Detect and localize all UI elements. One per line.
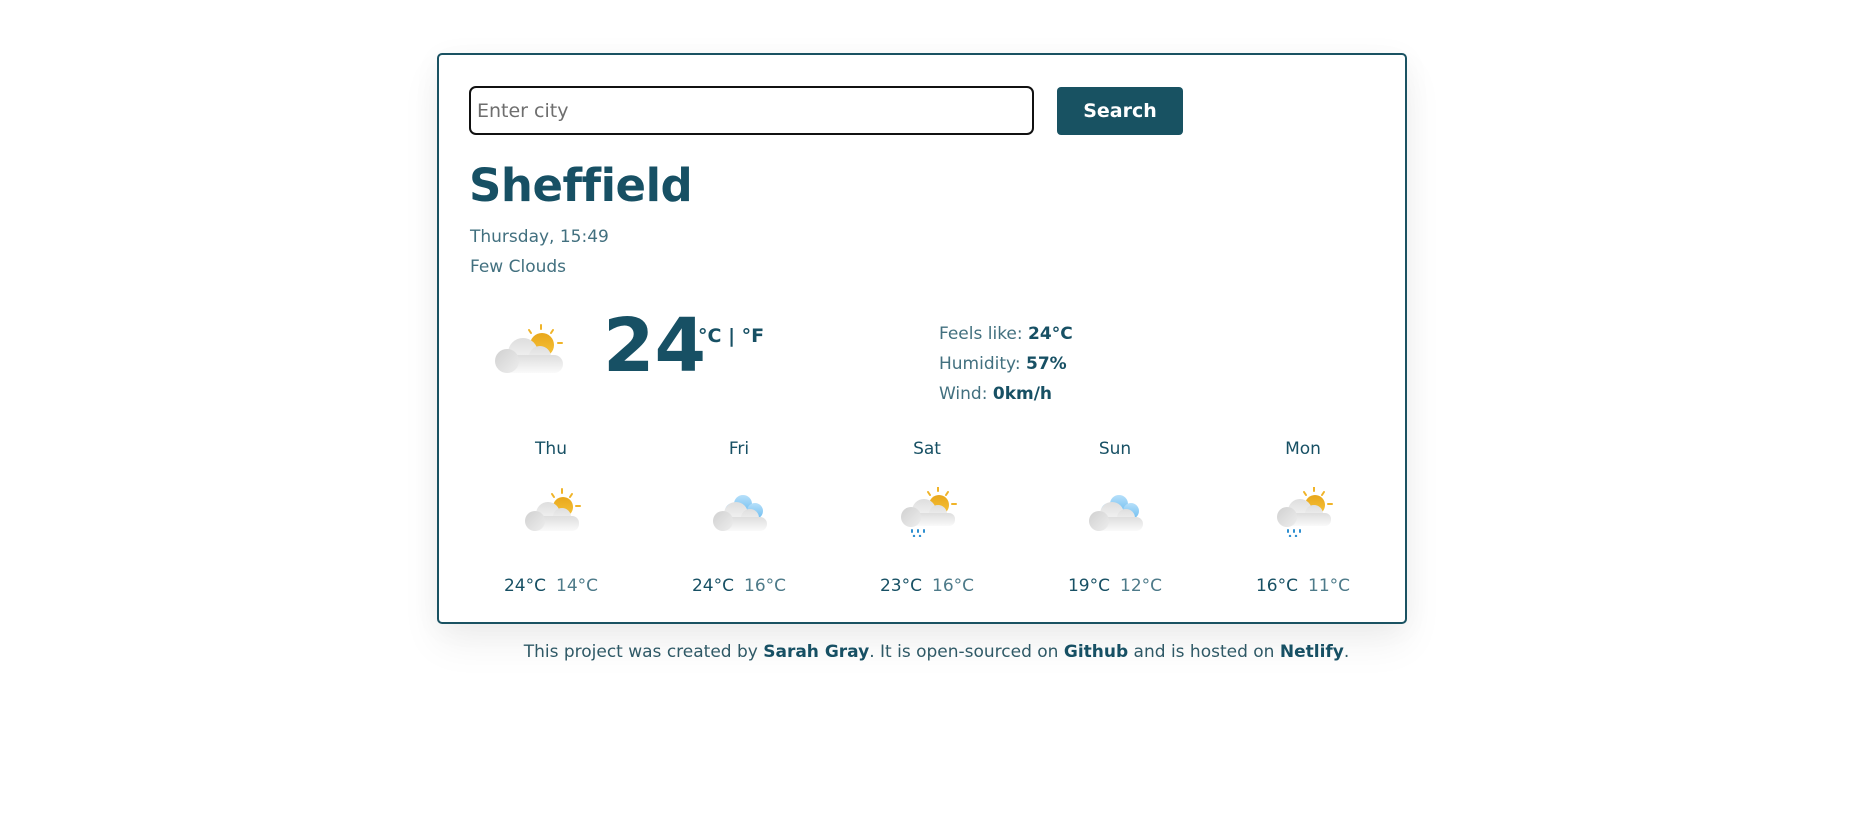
- wind: Wind: 0km/h: [939, 379, 1073, 409]
- footer-text: This project was created by: [523, 642, 764, 662]
- current-datetime: Thursday, 15:49: [470, 227, 609, 247]
- unit-toggle: °C | °F: [698, 325, 764, 347]
- unit-separator: |: [728, 325, 736, 347]
- forecast-min: 12°C: [1120, 576, 1163, 596]
- humidity-label: Humidity:: [939, 354, 1026, 374]
- github-link[interactable]: Github: [1064, 642, 1128, 662]
- forecast-day-name: Fri: [728, 439, 750, 459]
- forecast-min: 16°C: [932, 576, 975, 596]
- wind-label: Wind:: [939, 384, 993, 404]
- wind-value: 0km/h: [992, 384, 1053, 404]
- forecast-temps: 23°C 16°C: [852, 576, 1002, 596]
- forecast-day-name: Sat: [913, 439, 941, 459]
- forecast-max: 23°C: [879, 576, 922, 596]
- forecast-day-name: Thu: [535, 439, 567, 459]
- broken-clouds-icon: [1089, 495, 1143, 531]
- current-temperature: 24: [603, 303, 706, 389]
- footer-text: and is hosted on: [1128, 642, 1280, 662]
- forecast-min: 11°C: [1308, 576, 1351, 596]
- city-name: Sheffield: [469, 159, 693, 212]
- footer-text: .: [1343, 642, 1350, 662]
- humidity-value: 57%: [1025, 354, 1067, 374]
- weather-card: Search Sheffield Thursday, 15:49 Few Clo…: [437, 53, 1407, 624]
- weather-description: Few Clouds: [470, 257, 567, 277]
- forecast: Thu 24°C 14°C Fri 24°C 16°C Sat 23°C 16°…: [439, 435, 1405, 605]
- few-clouds-day-icon: [525, 488, 581, 531]
- search-button[interactable]: Search: [1057, 87, 1183, 135]
- footer: This project was created by Sarah Gray. …: [0, 642, 1873, 662]
- forecast-max: 19°C: [1067, 576, 1110, 596]
- rain-day-icon: [1277, 487, 1333, 537]
- feels-like: Feels like: 24°C: [939, 319, 1073, 349]
- forecast-temps: 16°C 11°C: [1228, 576, 1378, 596]
- few-clouds-day-icon: [495, 324, 563, 373]
- forecast-max: 16°C: [1255, 576, 1298, 596]
- humidity: Humidity: 57%: [939, 349, 1073, 379]
- forecast-min: 14°C: [556, 576, 599, 596]
- broken-clouds-icon: [713, 495, 767, 531]
- forecast-day-name: Sun: [1098, 439, 1132, 459]
- feels-like-label: Feels like:: [939, 324, 1029, 344]
- forecast-temps: 19°C 12°C: [1040, 576, 1190, 596]
- footer-text: . It is open-sourced on: [869, 642, 1064, 662]
- forecast-day-name: Mon: [1285, 439, 1321, 459]
- fahrenheit-link[interactable]: °F: [742, 325, 764, 347]
- netlify-link[interactable]: Netlify: [1280, 642, 1344, 662]
- forecast-temps: 24°C 14°C: [476, 576, 626, 596]
- forecast-temps: 24°C 16°C: [664, 576, 814, 596]
- forecast-max: 24°C: [503, 576, 546, 596]
- forecast-min: 16°C: [744, 576, 787, 596]
- author-link[interactable]: Sarah Gray: [763, 642, 869, 662]
- rain-day-icon: [901, 487, 957, 537]
- feels-like-value: 24°C: [1028, 324, 1073, 344]
- celsius-link[interactable]: °C: [698, 325, 721, 347]
- city-search-input[interactable]: [469, 86, 1034, 135]
- forecast-max: 24°C: [691, 576, 734, 596]
- weather-details: Feels like: 24°C Humidity: 57% Wind: 0km…: [939, 319, 1073, 409]
